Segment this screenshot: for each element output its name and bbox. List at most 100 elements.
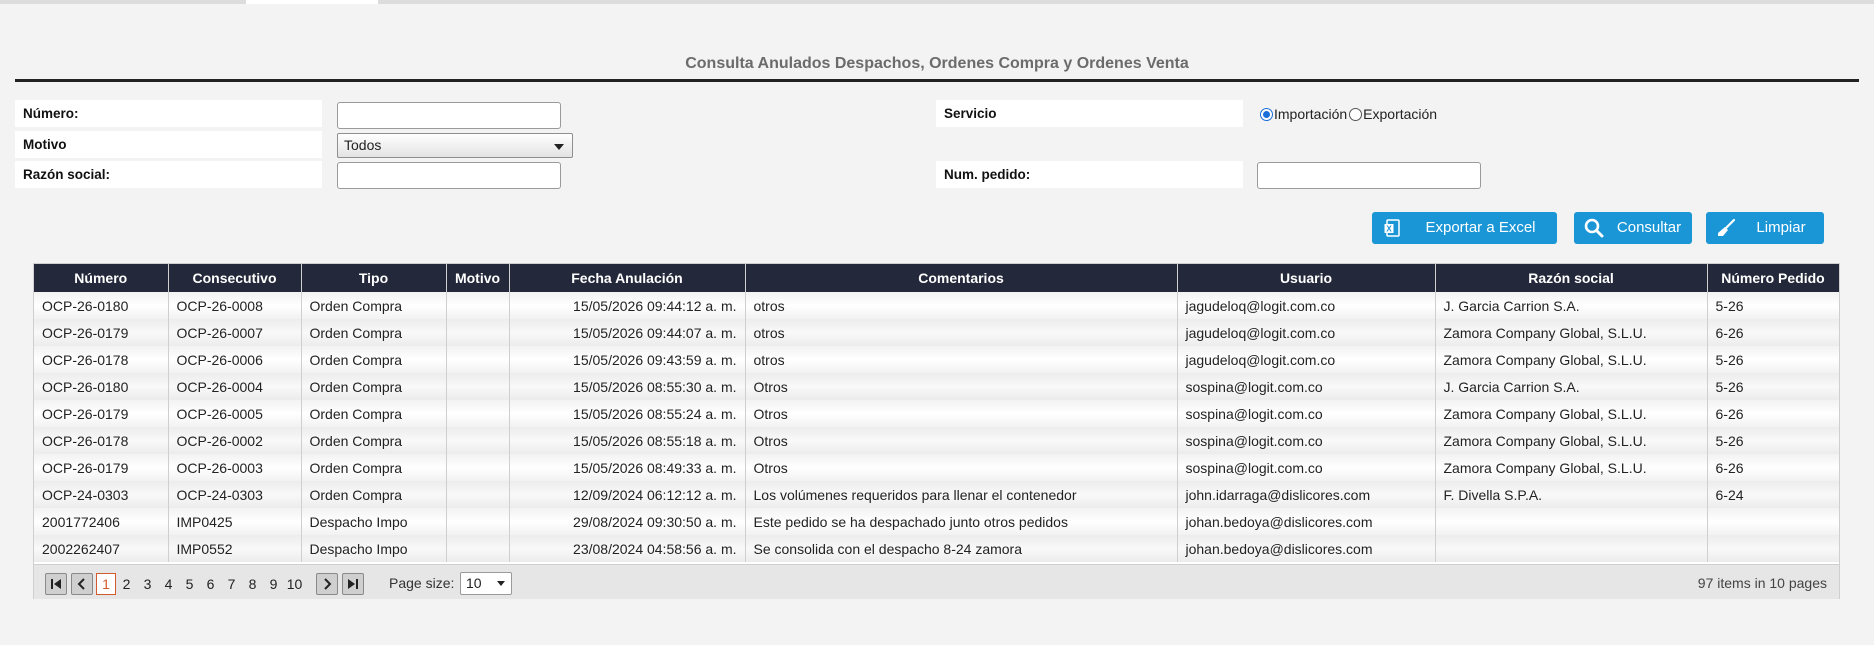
cell-tipo: Despacho Impo (301, 535, 447, 562)
page-number-1[interactable]: 1 (96, 573, 116, 595)
cell-fecha-anulacion: 15/05/2026 08:49:33 a. m. (509, 454, 746, 481)
column-header-tipo[interactable]: Tipo (301, 264, 447, 292)
first-page-button[interactable] (45, 573, 67, 595)
servicio-label: Servicio (936, 100, 1243, 127)
num-pedido-label: Num. pedido: (936, 161, 1243, 188)
table-row[interactable]: OCP-24-0303 OCP-24-0303 Orden Compra 12/09/… (34, 481, 1840, 508)
column-header-consecutivo[interactable]: Consecutivo (168, 264, 302, 292)
num-pedido-input[interactable] (1257, 162, 1481, 189)
cell-tipo: Orden Compra (301, 346, 447, 373)
pager-info: 97 items in 10 pages (1697, 575, 1827, 591)
column-header-numero[interactable]: Número (34, 264, 169, 292)
page-number-10[interactable]: 10 (284, 574, 305, 594)
table-row[interactable]: OCP-26-0178 OCP-26-0002 Orden Compra 15/05/… (34, 427, 1840, 454)
cell-numero: OCP-26-0179 (34, 454, 169, 481)
cell-numero: OCP-24-0303 (34, 481, 169, 508)
page-number-8[interactable]: 8 (242, 574, 263, 594)
radio-exportacion[interactable] (1349, 107, 1363, 121)
pager: 1 2 3 4 5 6 7 8 9 10 Page size: 10 97 items in 10… (34, 564, 1839, 599)
cell-comentarios: otros (745, 319, 1178, 346)
page-size-select[interactable]: 10 (460, 572, 512, 595)
table-row[interactable]: 2002262407 IMP0552 Despacho Impo 23/08/2024… (34, 535, 1840, 562)
consultar-button[interactable]: Consultar (1574, 212, 1692, 244)
cell-motivo (446, 373, 510, 400)
svg-text:X: X (1386, 225, 1392, 234)
limpiar-button[interactable]: Limpiar (1706, 212, 1824, 244)
last-page-button[interactable] (342, 573, 364, 595)
prev-page-button[interactable] (71, 573, 93, 595)
table-row[interactable]: OCP-26-0179 OCP-26-0007 Orden Compra 15/05/… (34, 319, 1840, 346)
razon-social-label: Razón social: (15, 161, 322, 188)
table-row[interactable]: OCP-26-0179 OCP-26-0003 Orden Compra 15/05/… (34, 454, 1840, 481)
cell-consecutivo: OCP-26-0002 (168, 427, 302, 454)
next-page-button[interactable] (316, 573, 338, 595)
page-number-7[interactable]: 7 (221, 574, 242, 594)
cell-motivo (446, 400, 510, 427)
cell-razon-social: Zamora Company Global, S.L.U. (1435, 346, 1708, 373)
cell-fecha-anulacion: 12/09/2024 06:12:12 a. m. (509, 481, 746, 508)
cell-razon-social: Zamora Company Global, S.L.U. (1435, 400, 1708, 427)
cell-numero: 2001772406 (34, 508, 169, 535)
cell-tipo: Orden Compra (301, 400, 447, 427)
table-row[interactable]: OCP-26-0179 OCP-26-0005 Orden Compra 15/05/… (34, 400, 1840, 427)
column-header-motivo[interactable]: Motivo (446, 264, 510, 292)
cell-tipo: Orden Compra (301, 454, 447, 481)
first-page-icon (51, 579, 61, 589)
cell-usuario: jagudeloq@logit.com.co (1177, 292, 1436, 319)
cell-razon-social: Zamora Company Global, S.L.U. (1435, 454, 1708, 481)
radio-importacion-label[interactable]: Importación (1274, 106, 1347, 122)
radio-exportacion-label[interactable]: Exportación (1363, 106, 1437, 122)
cell-fecha-anulacion: 15/05/2026 08:55:24 a. m. (509, 400, 746, 427)
motivo-label: Motivo (15, 131, 322, 158)
cell-razon-social: F. Divella S.P.A. (1435, 481, 1708, 508)
cell-numero-pedido: 5-26 (1707, 346, 1840, 373)
cell-tipo: Despacho Impo (301, 508, 447, 535)
last-page-icon (348, 579, 358, 589)
table-header-row: Número Consecutivo Tipo Motivo Fecha Anu… (34, 264, 1840, 292)
cell-comentarios: otros (745, 292, 1178, 319)
cell-fecha-anulacion: 15/05/2026 09:43:59 a. m. (509, 346, 746, 373)
chevron-left-icon (77, 578, 85, 590)
numero-label: Número: (15, 100, 322, 127)
cell-razon-social: Zamora Company Global, S.L.U. (1435, 319, 1708, 346)
page-number-9[interactable]: 9 (263, 574, 284, 594)
limpiar-label: Limpiar (1756, 219, 1806, 236)
table-row[interactable]: OCP-26-0178 OCP-26-0006 Orden Compra 15/05/… (34, 346, 1840, 373)
cell-motivo (446, 346, 510, 373)
page-size-label: Page size: (389, 575, 455, 591)
excel-file-icon: X (1372, 219, 1412, 237)
razon-social-input[interactable] (337, 162, 561, 189)
cell-fecha-anulacion: 15/05/2026 08:55:18 a. m. (509, 427, 746, 454)
column-header-numero-pedido[interactable]: Número Pedido (1707, 264, 1840, 292)
table-row[interactable]: OCP-26-0180 OCP-26-0004 Orden Compra 15/05/… (34, 373, 1840, 400)
motivo-select[interactable]: Todos (337, 133, 573, 158)
column-header-usuario[interactable]: Usuario (1177, 264, 1436, 292)
cell-usuario: sospina@logit.com.co (1177, 454, 1436, 481)
cell-motivo (446, 481, 510, 508)
cell-tipo: Orden Compra (301, 481, 447, 508)
column-header-fecha-anulacion[interactable]: Fecha Anulación (509, 264, 746, 292)
page-number-3[interactable]: 3 (137, 574, 158, 594)
chevron-down-icon (497, 581, 505, 586)
cell-numero: 2002262407 (34, 535, 169, 562)
table-row[interactable]: OCP-26-0180 OCP-26-0008 Orden Compra 15/05/… (34, 292, 1840, 319)
chevron-right-icon (324, 578, 332, 590)
cell-razon-social (1435, 535, 1708, 562)
cell-consecutivo: OCP-26-0007 (168, 319, 302, 346)
page-number-5[interactable]: 5 (179, 574, 200, 594)
page-size-value: 10 (466, 575, 482, 591)
cell-usuario: jagudeloq@logit.com.co (1177, 319, 1436, 346)
export-excel-button[interactable]: X Exportar a Excel (1372, 212, 1557, 244)
cell-comentarios: Otros (745, 427, 1178, 454)
numero-input[interactable] (337, 102, 561, 129)
cell-numero-pedido: 6-26 (1707, 400, 1840, 427)
page-number-2[interactable]: 2 (116, 574, 137, 594)
radio-importacion[interactable] (1260, 107, 1273, 121)
page-number-4[interactable]: 4 (158, 574, 179, 594)
broom-icon (1706, 218, 1746, 238)
column-header-comentarios[interactable]: Comentarios (745, 264, 1178, 292)
table-row[interactable]: 2001772406 IMP0425 Despacho Impo 29/08/2024… (34, 508, 1840, 535)
page-number-6[interactable]: 6 (200, 574, 221, 594)
cell-numero-pedido: 6-26 (1707, 454, 1840, 481)
column-header-razon-social[interactable]: Razón social (1435, 264, 1708, 292)
